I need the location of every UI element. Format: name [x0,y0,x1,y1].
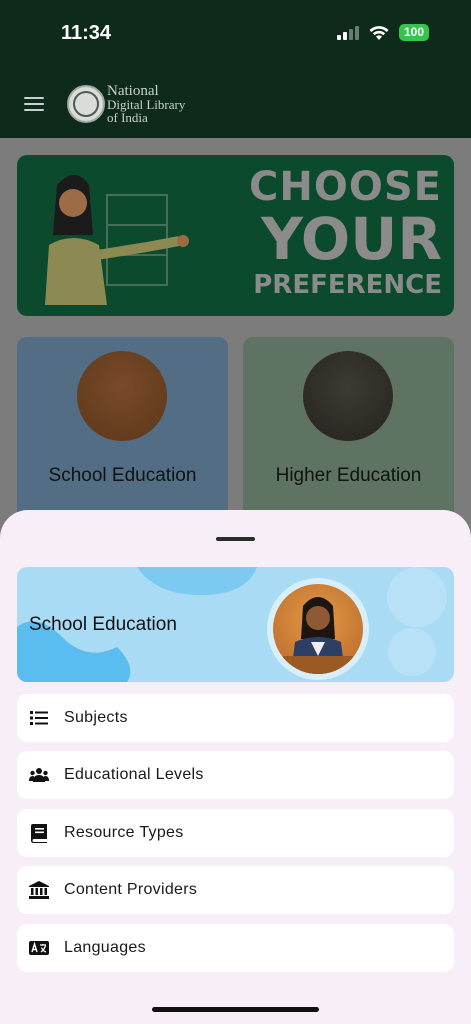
menu-item-languages[interactable]: Languages [17,924,454,972]
sheet-title: School Education [29,614,177,635]
student-avatar [77,351,167,441]
teacher-illustration [45,175,189,305]
menu-item-content-providers[interactable]: Content Providers [17,866,454,914]
preference-banner: CHOOSE YOUR PREFERENCE [17,155,454,316]
menu-icon[interactable] [24,97,44,111]
wifi-icon [369,25,389,40]
sheet-header-card: School Education [17,567,454,682]
menu-item-label: Languages [64,939,146,956]
cellular-signal-icon [336,25,359,40]
top-bar: 11:34 100 National Digital Library of In… [0,0,471,138]
users-icon [29,765,49,785]
brand-name: National Digital Library of India [107,83,186,125]
menu-item-resource-types[interactable]: Resource Types [17,809,454,857]
menu-item-educational-levels[interactable]: Educational Levels [17,751,454,799]
drag-handle[interactable] [216,537,255,541]
book-icon [29,823,49,843]
student-avatar [267,578,369,680]
home-indicator [152,1007,319,1012]
institution-icon [29,880,49,900]
language-icon [29,938,49,958]
menu-item-subjects[interactable]: Subjects [17,694,454,742]
school-education-card[interactable]: School Education [17,337,228,527]
menu-item-label: Subjects [64,709,128,726]
student-avatar [303,351,393,441]
menu-item-label: Resource Types [64,824,184,841]
card-label: Higher Education [275,465,422,486]
status-time: 11:34 [61,22,112,44]
higher-education-card[interactable]: Higher Education [243,337,454,527]
bottom-sheet: School Education Subjects Educational Le… [0,510,471,1024]
menu-item-label: Content Providers [64,881,198,898]
menu-item-label: Educational Levels [64,766,204,783]
list-icon [29,708,49,728]
ndli-logo [67,85,105,123]
card-label: School Education [48,465,197,486]
status-icons: 100 [336,24,429,41]
battery-indicator: 100 [398,24,429,41]
banner-heading: CHOOSE YOUR PREFERENCE [249,164,442,300]
